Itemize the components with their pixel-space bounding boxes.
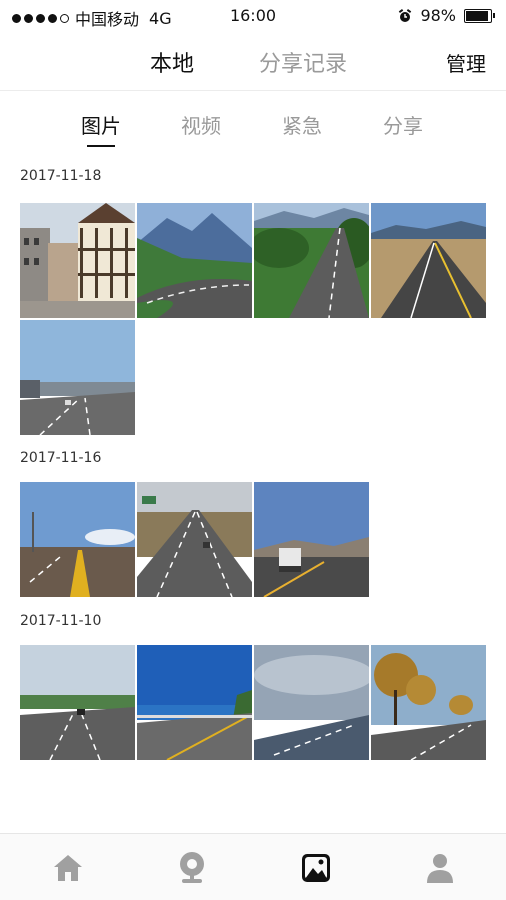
photo-grid xyxy=(20,482,486,597)
alarm-icon xyxy=(399,8,412,22)
section-date: 2017-11-16 xyxy=(20,450,102,466)
photo-thumbnail[interactable] xyxy=(371,203,486,318)
media-type-tabs: 图片 视频 紧急 分享 xyxy=(0,104,506,148)
nav-camera[interactable] xyxy=(172,850,212,886)
subtab-photos[interactable]: 图片 xyxy=(71,110,131,147)
subtab-emergency-label: 紧急 xyxy=(282,114,322,138)
profile-icon xyxy=(427,854,453,883)
subtab-share-label: 分享 xyxy=(383,114,423,138)
photo-thumbnail[interactable] xyxy=(20,645,135,760)
photo-thumbnail[interactable] xyxy=(371,645,486,760)
photo-thumbnail[interactable] xyxy=(137,482,252,597)
home-icon xyxy=(54,855,82,881)
status-right: 98% xyxy=(398,6,495,25)
nav-gallery[interactable] xyxy=(296,850,336,886)
subtab-videos-label: 视频 xyxy=(181,114,221,138)
photo-grid xyxy=(20,645,486,760)
section-date: 2017-11-18 xyxy=(20,168,102,184)
subtab-share[interactable]: 分享 xyxy=(373,110,433,139)
gallery-icon xyxy=(302,854,330,882)
nav-home[interactable] xyxy=(48,850,88,886)
photo-thumbnail[interactable] xyxy=(20,482,135,597)
bottom-navigation xyxy=(0,833,506,900)
status-bar: 中国移动 4G 16:00 98% xyxy=(0,0,506,32)
subtab-photos-label: 图片 xyxy=(81,114,121,138)
tab-share-records[interactable]: 分享记录 xyxy=(259,46,347,78)
battery-percent: 98% xyxy=(420,6,456,25)
battery-icon xyxy=(464,8,495,23)
nav-profile[interactable] xyxy=(420,850,460,886)
top-header: 本地 分享记录 管理 xyxy=(0,32,506,91)
battery-fill xyxy=(466,10,488,21)
active-tab-indicator xyxy=(87,145,115,147)
section-date: 2017-11-10 xyxy=(20,613,102,629)
camera-icon xyxy=(180,852,204,883)
tab-local[interactable]: 本地 xyxy=(150,46,194,78)
photo-grid xyxy=(20,203,486,435)
manage-button[interactable]: 管理 xyxy=(446,48,486,77)
photo-thumbnail[interactable] xyxy=(20,320,135,435)
subtab-videos[interactable]: 视频 xyxy=(171,110,231,139)
photo-thumbnail[interactable] xyxy=(137,645,252,760)
subtab-emergency[interactable]: 紧急 xyxy=(272,110,332,139)
photo-thumbnail[interactable] xyxy=(254,645,369,760)
photo-thumbnail[interactable] xyxy=(254,203,369,318)
photo-thumbnail[interactable] xyxy=(254,482,369,597)
photo-thumbnail[interactable] xyxy=(20,203,135,318)
photo-thumbnail[interactable] xyxy=(137,203,252,318)
